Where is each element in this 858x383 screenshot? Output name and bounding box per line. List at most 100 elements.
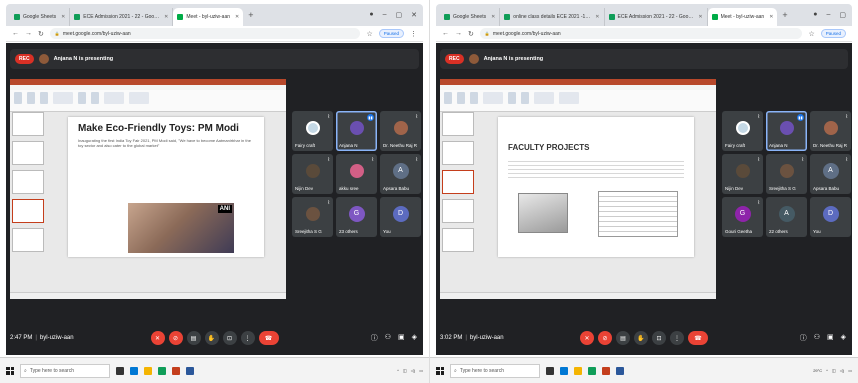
participant-tile[interactable]: ⌇ Fairy craft xyxy=(292,111,333,151)
info-icon[interactable]: ⓘ xyxy=(371,333,378,343)
volume-icon[interactable]: ◁) xyxy=(840,368,844,373)
maximize-icon[interactable]: ▢ xyxy=(396,11,403,19)
edge-icon[interactable] xyxy=(560,366,568,375)
forward-icon[interactable]: → xyxy=(455,30,462,37)
close-icon[interactable]: ✕ xyxy=(235,14,239,20)
tab-google-sheets[interactable]: Google Sheets ✕ xyxy=(10,8,71,26)
taskbar-search-box[interactable]: ⌕ Type here to search xyxy=(20,363,110,378)
address-bar[interactable]: 🔒 meet.google.com/byl-uziw-aan xyxy=(479,28,803,39)
hang-up-button[interactable]: ☎ xyxy=(688,331,708,345)
raise-hand-button[interactable]: ✋ xyxy=(634,331,648,345)
windows-start-icon[interactable] xyxy=(6,366,14,375)
participant-tile[interactable]: ⌇ Dr. Neethu Raj R xyxy=(810,111,851,151)
close-icon[interactable]: ✕ xyxy=(491,14,495,20)
tab-online-class-details[interactable]: online class details ECE 2021 -1… ✕ xyxy=(500,8,605,26)
close-icon[interactable]: ✕ xyxy=(769,14,773,20)
close-icon[interactable]: ✕ xyxy=(61,14,65,20)
tray-chevron-icon[interactable]: ^ xyxy=(826,368,828,373)
mic-off-button[interactable]: ✕ xyxy=(150,331,165,345)
edge-icon[interactable] xyxy=(130,366,138,375)
network-icon[interactable]: ◫ xyxy=(832,368,836,373)
word-icon[interactable] xyxy=(186,366,194,375)
close-icon[interactable]: ✕ xyxy=(595,14,599,20)
close-icon[interactable]: ✕ xyxy=(164,14,168,20)
tab-meet[interactable]: Meet - byl-uziw-aan ✕ xyxy=(173,8,244,26)
present-button[interactable]: ⊡ xyxy=(222,331,237,345)
present-button[interactable]: ⊡ xyxy=(652,331,666,345)
reload-icon[interactable]: ↻ xyxy=(38,30,44,38)
participant-tile[interactable]: ⌇ Nijin Dev xyxy=(292,154,333,194)
chat-icon[interactable]: ▣ xyxy=(827,333,834,343)
powerpoint-icon[interactable] xyxy=(172,366,180,375)
account-circle-icon[interactable]: ● xyxy=(369,11,373,19)
raise-hand-button[interactable]: ✋ xyxy=(204,331,219,345)
minimize-icon[interactable]: – xyxy=(383,11,387,19)
notification-icon[interactable]: ▭ xyxy=(419,368,423,373)
tab-ece-admission[interactable]: ECE Admission 2021 - 22 - Goo… ✕ xyxy=(70,8,174,26)
participant-tile[interactable]: A ⌇ Apsara Babu xyxy=(810,154,851,194)
more-options-button[interactable]: ⋮ xyxy=(240,331,255,345)
task-view-icon[interactable] xyxy=(116,366,124,375)
tab-meet[interactable]: Meet - byl-uziw-aan ✕ xyxy=(707,8,778,26)
network-icon[interactable]: ◫ xyxy=(403,368,407,373)
info-icon[interactable]: ⓘ xyxy=(800,333,807,343)
menu-icon[interactable]: ⋮ xyxy=(410,30,417,38)
chat-icon[interactable]: ▣ xyxy=(398,333,405,343)
participant-tile[interactable]: ⌇ Sreejitha S G xyxy=(292,197,333,237)
participant-tile[interactable]: A 22 others xyxy=(766,197,807,237)
notification-icon[interactable]: ▭ xyxy=(848,368,852,373)
hang-up-button[interactable]: ☎ xyxy=(258,331,279,345)
powerpoint-icon[interactable] xyxy=(602,366,610,375)
new-tab-button[interactable]: + xyxy=(777,10,792,20)
forward-icon[interactable]: → xyxy=(25,30,32,37)
participant-tile[interactable]: ⌇ Sreejitha S G xyxy=(766,154,807,194)
captions-button[interactable]: ▤ xyxy=(616,331,630,345)
file-explorer-icon[interactable] xyxy=(144,366,152,375)
weather-temp[interactable]: 29°C xyxy=(813,368,822,373)
star-icon[interactable]: ☆ xyxy=(808,30,814,38)
back-icon[interactable]: ← xyxy=(12,30,19,37)
tab-google-sheets[interactable]: Google Sheets ✕ xyxy=(440,8,501,26)
participant-tile[interactable]: ▮▮ Anjana N xyxy=(766,111,807,151)
participant-tile[interactable]: A ⌇ Apsara Babu xyxy=(380,154,421,194)
participant-tile[interactable]: G ⌇ Gouri Geetha xyxy=(722,197,763,237)
paused-profile-button[interactable]: Paused xyxy=(378,29,404,38)
captions-button[interactable]: ▤ xyxy=(186,331,201,345)
mic-off-button[interactable]: ✕ xyxy=(580,331,594,345)
reload-icon[interactable]: ↻ xyxy=(468,30,474,38)
participant-tile[interactable]: D You xyxy=(380,197,421,237)
participant-tile[interactable]: ⌇ Fairy craft xyxy=(722,111,763,151)
account-circle-icon[interactable]: ● xyxy=(813,11,817,19)
minimize-icon[interactable]: – xyxy=(826,11,830,19)
people-icon[interactable]: ⚇ xyxy=(814,333,820,343)
taskbar-search-box[interactable]: ⌕ Type here to search xyxy=(450,363,540,378)
participant-tile[interactable]: ▮▮ Anjana N xyxy=(336,111,377,151)
windows-start-icon[interactable] xyxy=(436,366,444,375)
chrome-icon[interactable] xyxy=(158,366,166,375)
task-view-icon[interactable] xyxy=(546,366,554,375)
chrome-icon[interactable] xyxy=(588,366,596,375)
tab-ece-admission[interactable]: ECE Admission 2021 - 22 - Goo… ✕ xyxy=(604,8,708,26)
participant-tile[interactable]: ⌇ akku sree xyxy=(336,154,377,194)
activities-icon[interactable]: ◈ xyxy=(841,333,846,343)
new-tab-button[interactable]: + xyxy=(243,10,258,20)
address-bar[interactable]: 🔒 meet.google.com/byl-uziw-aan xyxy=(49,28,361,39)
camera-off-button[interactable]: ⊘ xyxy=(168,331,183,345)
camera-off-button[interactable]: ⊘ xyxy=(598,331,612,345)
participant-tile[interactable]: G 23 others xyxy=(336,197,377,237)
file-explorer-icon[interactable] xyxy=(574,366,582,375)
word-icon[interactable] xyxy=(616,366,624,375)
back-icon[interactable]: ← xyxy=(442,30,449,37)
more-options-button[interactable]: ⋮ xyxy=(670,331,684,345)
maximize-icon[interactable]: ▢ xyxy=(839,11,846,19)
paused-profile-button[interactable]: Paused xyxy=(820,29,846,38)
people-icon[interactable]: ⚇ xyxy=(385,333,391,343)
volume-icon[interactable]: ◁) xyxy=(411,368,415,373)
star-icon[interactable]: ☆ xyxy=(366,30,372,38)
activities-icon[interactable]: ◈ xyxy=(412,333,417,343)
tray-chevron-icon[interactable]: ^ xyxy=(397,368,399,373)
participant-tile[interactable]: ⌇ Dr. Neethu Raj R xyxy=(380,111,421,151)
participant-tile[interactable]: D You xyxy=(810,197,851,237)
participant-tile[interactable]: ⌇ Nijin Dev xyxy=(722,154,763,194)
close-icon[interactable]: ✕ xyxy=(698,14,702,20)
